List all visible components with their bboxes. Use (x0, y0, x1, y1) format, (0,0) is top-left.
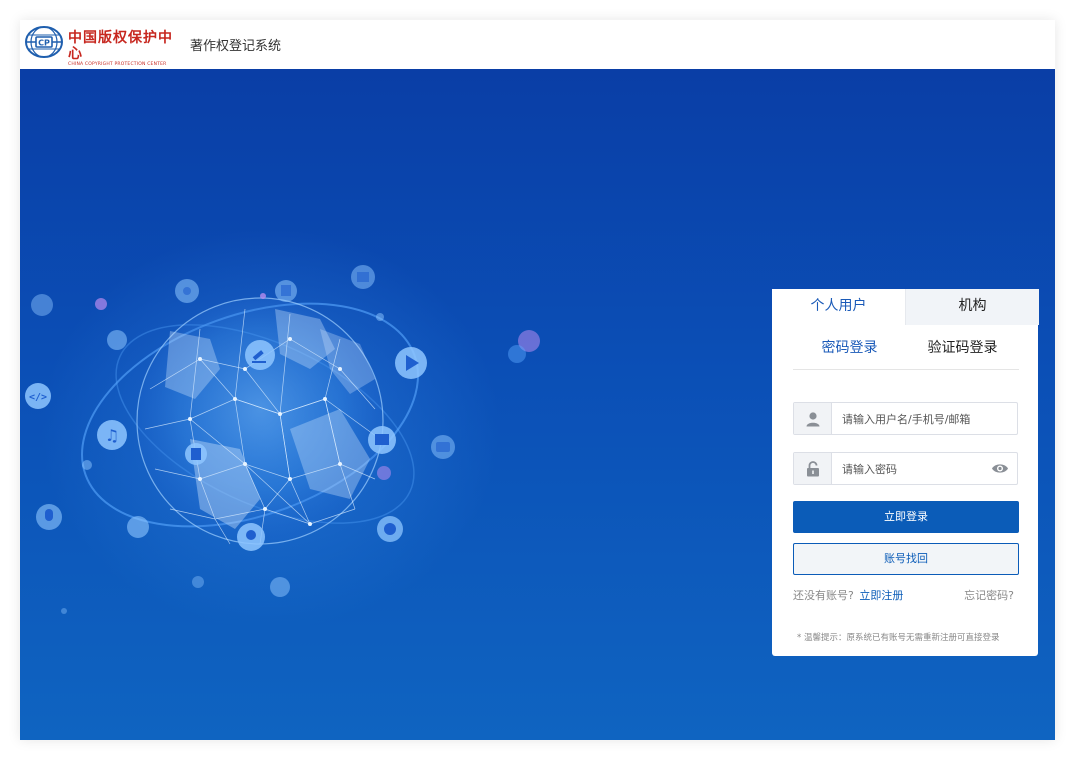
book-icon (368, 426, 396, 454)
eye-icon[interactable] (991, 462, 1009, 475)
logo-wordmark: 中国版权保护中心 CHINA COPYRIGHT PROTECTION CENT… (68, 30, 178, 68)
svg-text:</>: </> (29, 392, 47, 403)
lock-icon (806, 460, 819, 476)
play-icon (395, 347, 427, 379)
logo-english-name: CHINA COPYRIGHT PROTECTION CENTER (68, 62, 167, 67)
microphone-icon (36, 504, 62, 530)
username-prefix (794, 403, 832, 434)
svg-text:♫: ♫ (105, 426, 119, 445)
cpc-logo-icon: CP (25, 26, 63, 58)
password-input[interactable] (842, 459, 992, 479)
top-header: CP 中国版权保护中心 CHINA COPYRIGHT PROTECTION C… (20, 20, 1055, 69)
hero-banner: ♫ </> 个人用户 机构 密码登录 验证码登录 请输入用户名/手机号/邮箱 立… (20, 69, 1055, 740)
user-icon (806, 411, 819, 426)
app-window: CP 中国版权保护中心 CHINA COPYRIGHT PROTECTION C… (20, 20, 1055, 740)
login-card: 个人用户 机构 密码登录 验证码登录 请输入用户名/手机号/邮箱 立即登录 账号… (772, 289, 1039, 656)
compass-icon (31, 294, 53, 316)
location-icon (237, 523, 265, 551)
account-links: 还没有账号? 立即注册 忘记密码? (793, 587, 1019, 603)
building-icon (275, 280, 297, 302)
register-link[interactable]: 立即注册 (859, 589, 903, 602)
tab-personal-user[interactable]: 个人用户 (772, 289, 905, 325)
tab-password-login[interactable]: 密码登录 (793, 339, 906, 369)
username-field (793, 402, 1018, 435)
login-method-tabs: 密码登录 验证码登录 (793, 339, 1019, 370)
no-account-text: 还没有账号? (793, 589, 854, 602)
svg-text:CP: CP (38, 39, 50, 48)
code-icon: </> (25, 383, 51, 409)
system-title: 著作权登记系统 (190, 39, 282, 54)
music-icon: ♫ (97, 420, 127, 450)
box-icon (107, 330, 127, 350)
user-type-tabs: 个人用户 机构 (772, 289, 1039, 325)
palette-icon (377, 516, 403, 542)
user-badge-icon (127, 516, 149, 538)
tab-organization[interactable]: 机构 (905, 289, 1039, 325)
film-reel-icon (175, 279, 199, 303)
username-input[interactable] (842, 409, 992, 429)
login-tip: * 温馨提示：原系统已有账号无需重新注册可直接登录 (797, 633, 1000, 643)
login-button[interactable]: 立即登录 (793, 501, 1019, 533)
gear-icon (270, 577, 290, 597)
image-icon (351, 265, 375, 289)
forgot-password-link[interactable]: 忘记密码? (964, 587, 1014, 603)
globe-illustration: ♫ </> (25, 229, 540, 629)
tab-code-login[interactable]: 验证码登录 (906, 339, 1019, 369)
password-field (793, 452, 1018, 485)
logo-chinese-name: 中国版权保护中心 (68, 30, 173, 62)
document-icon (185, 443, 207, 465)
password-prefix (794, 453, 832, 484)
auction-icon (245, 340, 275, 370)
recover-account-button[interactable]: 账号找回 (793, 543, 1019, 575)
camera-icon (431, 435, 455, 459)
